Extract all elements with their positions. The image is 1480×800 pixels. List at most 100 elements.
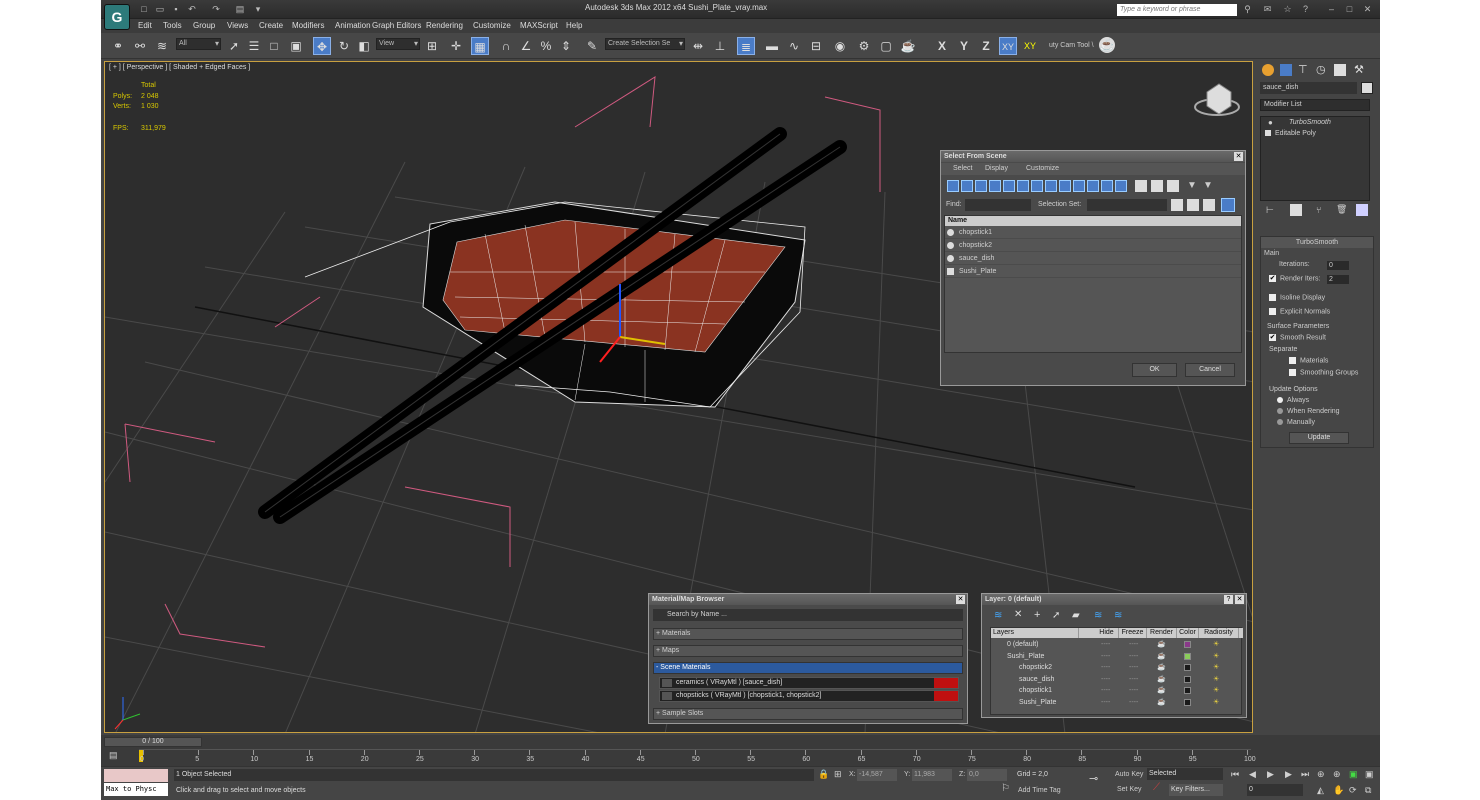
funnel-sort-icon[interactable]: ▼ xyxy=(1203,180,1213,191)
create-layer-icon[interactable]: ≋ xyxy=(994,610,1002,621)
list-item[interactable]: chopstick1 xyxy=(945,226,1241,239)
window-crossing-icon[interactable]: ▣ xyxy=(287,37,305,55)
menu-select[interactable]: Select xyxy=(953,165,972,172)
modify-tab-icon[interactable] xyxy=(1280,64,1292,76)
freeze-toggle[interactable]: ---- xyxy=(1129,662,1138,673)
select-scale-icon[interactable]: ◧ xyxy=(355,37,373,55)
select-move-icon[interactable]: ✥ xyxy=(313,37,331,55)
smoothing-groups-checkbox[interactable] xyxy=(1289,369,1296,376)
axis-y-button[interactable]: Y xyxy=(955,37,973,55)
zoom-all-icon[interactable]: ⊕ xyxy=(1333,769,1341,780)
materials-section[interactable]: + Materials xyxy=(653,628,963,640)
key-selection-combo[interactable]: Selected xyxy=(1147,768,1223,780)
sel-set-edit-icon[interactable] xyxy=(1203,199,1215,211)
x-coordinate-field[interactable]: -14,587 xyxy=(857,769,897,781)
go-to-start-icon[interactable]: ⏮ xyxy=(1231,769,1239,780)
align-icon[interactable]: ⊥ xyxy=(711,37,729,55)
name-column-header[interactable]: Name xyxy=(945,216,1241,226)
spinner-snap-icon[interactable]: ⇕ xyxy=(557,37,575,55)
menu-customize[interactable]: Customize xyxy=(1026,165,1059,172)
fov-icon[interactable]: ◭ xyxy=(1317,785,1324,796)
pivot-center-icon[interactable]: ⊞ xyxy=(423,37,441,55)
highlight-layer-icon[interactable]: ▰ xyxy=(1072,610,1080,621)
maxscript-mini-listener[interactable]: Max to Physc xyxy=(104,783,168,796)
render-teapot-icon[interactable]: ☕ xyxy=(1157,639,1166,650)
current-frame-field[interactable]: 0 xyxy=(1247,784,1303,796)
menu-animation[interactable]: Animation xyxy=(335,21,371,30)
z-coordinate-field[interactable]: 0,0 xyxy=(967,769,1007,781)
freeze-all-icon[interactable]: ≋ xyxy=(1114,610,1122,621)
orbit-icon[interactable]: ⟳ xyxy=(1349,785,1357,796)
play-icon[interactable]: ▶ xyxy=(1267,769,1274,780)
freeze-toggle[interactable]: ---- xyxy=(1129,651,1138,662)
render-teapot-icon[interactable]: ☕ xyxy=(1157,662,1166,673)
perspective-viewport[interactable]: [ + ] [ Perspective ] [ Shaded + Edged F… xyxy=(104,61,1253,733)
expand-icon[interactable] xyxy=(1265,130,1271,136)
containers-filter-icon[interactable] xyxy=(1073,180,1085,192)
close-icon[interactable]: ✕ xyxy=(1234,152,1243,161)
groups-filter-icon[interactable] xyxy=(1031,180,1043,192)
radiosity-icon[interactable]: ☀ xyxy=(1213,697,1219,708)
add-to-layer-icon[interactable]: + xyxy=(1034,609,1040,621)
menu-rendering[interactable]: Rendering xyxy=(426,21,463,30)
cameras-filter-icon[interactable] xyxy=(989,180,1001,192)
rendered-frame-icon[interactable]: ▢ xyxy=(877,37,895,55)
layer-row[interactable]: Sushi_Plate ---- ---- ☕ ☀ xyxy=(991,697,1243,708)
curve-editor-icon[interactable]: ∿ xyxy=(785,37,803,55)
object-name-field[interactable]: sauce_dish xyxy=(1260,82,1357,94)
selection-filter-combo[interactable]: All xyxy=(176,38,221,50)
time-slider[interactable]: 0 / 100 xyxy=(104,737,202,747)
hide-toggle[interactable]: ---- xyxy=(1101,651,1110,662)
radiosity-icon[interactable]: ☀ xyxy=(1213,639,1219,650)
hide-toggle[interactable]: ---- xyxy=(1101,697,1110,708)
sel-set-add-icon[interactable] xyxy=(1171,199,1183,211)
hide-all-icon[interactable]: ≋ xyxy=(1094,610,1102,621)
favorites-icon[interactable]: ☆ xyxy=(1281,3,1294,16)
new-file-icon[interactable]: □ xyxy=(137,3,151,16)
display-tab-icon[interactable] xyxy=(1334,64,1346,76)
stack-item-editable-poly[interactable]: Editable Poly xyxy=(1261,128,1369,139)
always-radio[interactable] xyxy=(1277,397,1283,404)
select-by-name-icon[interactable]: ☰ xyxy=(245,37,263,55)
angle-snap-icon[interactable]: ∠ xyxy=(517,37,535,55)
project-folder-icon[interactable]: ▤ xyxy=(233,3,247,16)
axis-z-button[interactable]: Z xyxy=(977,37,995,55)
layer-color-swatch[interactable] xyxy=(1184,675,1191,683)
next-frame-icon[interactable]: ▶ xyxy=(1285,769,1292,780)
close-icon[interactable]: ✕ xyxy=(956,595,965,604)
bind-space-warp-icon[interactable]: ≋ xyxy=(153,37,171,55)
material-editor-icon[interactable]: ◉ xyxy=(831,37,849,55)
funnel-filter-icon[interactable]: ▼ xyxy=(1187,180,1197,191)
trackbar[interactable]: 0 5 10 15 20 25 30 35 40 45 50 55 60 65 70 75 80 85 90 95 10… xyxy=(139,749,1256,765)
material-item[interactable]: chopsticks ( VRayMtl ) [chopstick1, chop… xyxy=(659,690,959,702)
hide-toggle[interactable]: ---- xyxy=(1101,639,1110,650)
lights-filter-icon[interactable] xyxy=(975,180,987,192)
render-setup-icon[interactable]: ⚙ xyxy=(855,37,873,55)
schematic-view-icon[interactable]: ⊟ xyxy=(807,37,825,55)
app-logo-icon[interactable]: G xyxy=(104,4,130,30)
render-teapot-icon[interactable]: ☕ xyxy=(1157,697,1166,708)
pan-icon[interactable]: ✋ xyxy=(1333,785,1344,796)
stack-item-turbosmooth[interactable]: ● TurboSmooth xyxy=(1261,117,1369,128)
axis-x-button[interactable]: X xyxy=(933,37,951,55)
iterations-spinner[interactable]: 0 xyxy=(1327,261,1349,270)
hide-toggle[interactable]: ---- xyxy=(1101,662,1110,673)
explicit-checkbox[interactable] xyxy=(1269,308,1276,315)
frozen-filter-icon[interactable] xyxy=(1087,180,1099,192)
menu-modifiers[interactable]: Modifiers xyxy=(292,21,324,30)
curve-editor-mini-icon[interactable]: ▤ xyxy=(109,750,118,761)
ok-button[interactable]: OK xyxy=(1132,363,1177,377)
menu-create[interactable]: Create xyxy=(259,21,283,30)
help-icon[interactable]: ? xyxy=(1299,3,1312,16)
add-time-tag-label[interactable]: Add Time Tag xyxy=(1018,787,1061,794)
key-filters-button[interactable]: Key Filters... xyxy=(1169,784,1223,796)
material-item[interactable]: ceramics ( VRayMtl ) [sauce_dish] xyxy=(659,677,959,689)
radiosity-icon[interactable]: ☀ xyxy=(1213,662,1219,673)
zoom-extents-all-icon[interactable]: ▣ xyxy=(1365,769,1374,780)
radiosity-icon[interactable]: ☀ xyxy=(1213,674,1219,685)
cam-tool-label[interactable]: uty Cam Tool \ xyxy=(1049,42,1094,49)
menu-maxscript[interactable]: MAXScript xyxy=(520,21,558,30)
minimize-icon[interactable]: – xyxy=(1325,3,1338,16)
menu-customize[interactable]: Customize xyxy=(473,21,511,30)
spacewarps-filter-icon[interactable] xyxy=(1017,180,1029,192)
